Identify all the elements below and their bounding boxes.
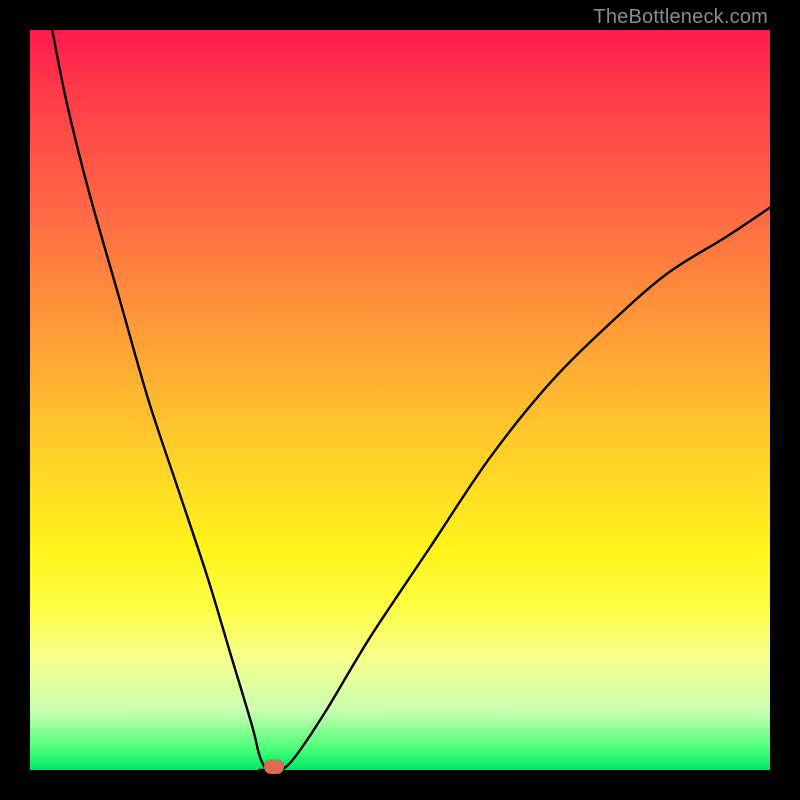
watermark-text: TheBottleneck.com <box>593 6 768 29</box>
plot-area <box>30 30 770 770</box>
curve-svg <box>30 30 770 770</box>
bottleneck-curve-path <box>52 30 770 770</box>
optimum-marker <box>264 760 284 774</box>
outer-frame: TheBottleneck.com <box>0 0 800 800</box>
